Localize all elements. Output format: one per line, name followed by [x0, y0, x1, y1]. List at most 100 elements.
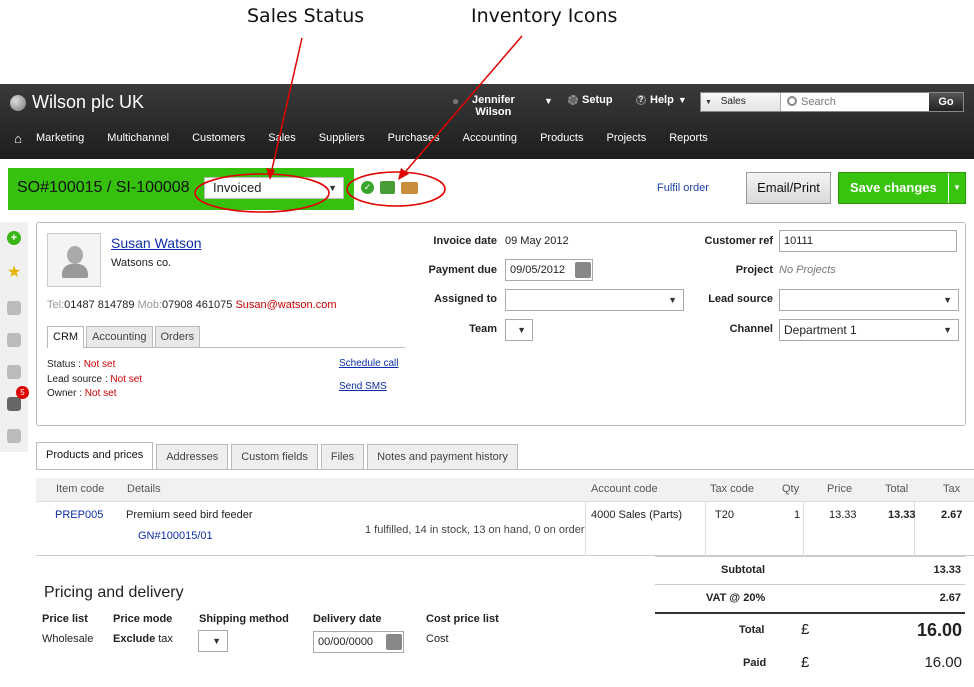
rail-cart-button[interactable]	[2, 328, 26, 352]
crm-status-value[interactable]: Not set	[84, 359, 116, 370]
tab-files[interactable]: Files	[320, 444, 365, 469]
paid-value: 16.00	[924, 654, 962, 671]
tab-crm[interactable]: CRM	[47, 326, 85, 348]
rail-star-button[interactable]: ★	[2, 262, 26, 286]
shipping-method-select[interactable]: ▼	[198, 630, 228, 652]
sales-status-select[interactable]: Invoiced ▼	[204, 177, 344, 199]
gn-link[interactable]: GN#100015/01	[138, 530, 213, 542]
box-icon[interactable]	[380, 181, 395, 194]
order-details-card: Susan Watson Watsons co. Tel:01487 81478…	[36, 222, 966, 426]
nav-products[interactable]: Products	[540, 132, 583, 144]
search-scope-chevron-icon: ▼	[705, 99, 712, 106]
paid-label: Paid	[743, 657, 767, 669]
nav-multichannel[interactable]: Multichannel	[107, 132, 169, 144]
nav-purchases[interactable]: Purchases	[388, 132, 440, 144]
chevron-down-icon: ▼	[943, 295, 952, 305]
contact-email[interactable]: Susan@watson.com	[235, 299, 336, 311]
order-id: SO#100015 / SI-100008	[17, 179, 190, 196]
team-select[interactable]: ▼	[505, 319, 533, 341]
chevron-down-icon: ▼	[517, 325, 526, 335]
check-icon[interactable]: ✓	[361, 181, 374, 194]
nav-sales[interactable]: Sales	[268, 132, 296, 144]
tab-custom-fields[interactable]: Custom fields	[231, 444, 318, 469]
tag-icon	[7, 365, 21, 379]
nav-suppliers[interactable]: Suppliers	[319, 132, 365, 144]
schedule-call-link[interactable]: Schedule call	[339, 358, 398, 369]
table-row: PREP005 Premium seed bird feeder GN#1000…	[36, 502, 974, 556]
setup-menu[interactable]: Setup	[568, 94, 613, 106]
project-value[interactable]: No Projects	[779, 264, 836, 276]
user-chevron-down-icon[interactable]: ▼	[544, 96, 553, 106]
customer-ref-input[interactable]: 10111	[779, 230, 957, 252]
tab-addresses[interactable]: Addresses	[156, 444, 229, 469]
nav-reports[interactable]: Reports	[669, 132, 708, 144]
brand[interactable]: Wilson plc UK	[10, 92, 144, 113]
payment-due-input[interactable]: 09/05/2012	[505, 259, 593, 281]
lead-source-select[interactable]: ▼	[779, 289, 959, 311]
top-bar: Wilson plc UK ● Jennifer Wilson ▼ Setup …	[0, 84, 974, 159]
price-mode-label: Price mode	[113, 613, 173, 625]
user-menu[interactable]: Jennifer Wilson	[472, 94, 515, 118]
user-icon: ●	[452, 94, 460, 108]
th-item-code: Item code	[56, 483, 105, 495]
gear-icon	[568, 95, 578, 105]
nav-marketing[interactable]: Marketing	[36, 132, 84, 144]
brand-logo-icon	[10, 94, 26, 111]
channel-select[interactable]: Department 1 ▼	[779, 319, 959, 341]
fulfil-order-link[interactable]: Fulfil order	[657, 182, 709, 194]
calendar-icon[interactable]	[575, 262, 591, 278]
tab-notes-and-payment-history[interactable]: Notes and payment history	[367, 444, 518, 469]
save-changes-button[interactable]: Save changes ▼	[838, 172, 966, 204]
rail-add-button[interactable]: +	[2, 226, 26, 250]
left-rail: + ★ 5	[0, 222, 29, 452]
order-tabs: Products and prices Addresses Custom fie…	[36, 442, 974, 470]
subtotal-label: Subtotal	[721, 564, 765, 576]
contact-name-link[interactable]: Susan Watson	[111, 235, 202, 251]
rail-reports-button[interactable]: 5	[2, 386, 29, 416]
search-scope-select[interactable]: ▼ Sales	[701, 93, 781, 111]
nav-projects[interactable]: Projects	[606, 132, 646, 144]
search-scope-value: Sales	[720, 96, 746, 107]
shipping-method-label: Shipping method	[199, 613, 289, 625]
save-chevron-down-icon[interactable]: ▼	[948, 173, 965, 203]
send-sms-link[interactable]: Send SMS	[339, 381, 387, 392]
home-icon[interactable]: ⌂	[0, 131, 36, 146]
help-menu[interactable]: ? Help ▼	[636, 94, 687, 106]
help-icon: ?	[636, 95, 646, 105]
price-mode-value[interactable]: Exclude tax	[113, 633, 173, 645]
th-details: Details	[127, 483, 161, 495]
tab-orders[interactable]: Orders	[154, 326, 201, 347]
cost-price-list-label: Cost price list	[426, 613, 499, 625]
th-qty: Qty	[782, 483, 800, 495]
payment-due-label: Payment due	[428, 264, 497, 276]
calendar-icon[interactable]	[386, 634, 402, 650]
delivery-date-input[interactable]: 00/00/0000	[313, 631, 404, 653]
th-account-code: Account code	[591, 483, 658, 495]
annotation-inventory-icons: Inventory Icons	[471, 5, 618, 27]
item-tax-code: T20	[715, 509, 734, 521]
assigned-to-select[interactable]: ▼	[505, 289, 684, 311]
item-code-link[interactable]: PREP005	[55, 509, 103, 521]
order-header: SO#100015 / SI-100008 Invoiced ▼	[8, 168, 354, 210]
customer-ref-label: Customer ref	[704, 235, 773, 247]
nav-accounting[interactable]: Accounting	[463, 132, 517, 144]
vat-value: 2.67	[939, 592, 961, 604]
contact-tel: 01487 814789	[64, 299, 135, 311]
item-tax: 2.67	[941, 509, 963, 521]
rail-clipboard-button[interactable]	[2, 424, 26, 448]
cost-price-list-value[interactable]: Cost	[426, 633, 449, 645]
user-first-name: Jennifer	[472, 94, 515, 106]
tab-accounting[interactable]: Accounting	[86, 326, 153, 347]
search-input[interactable]: Search	[783, 93, 929, 111]
nav-customers[interactable]: Customers	[192, 132, 245, 144]
price-list-value[interactable]: Wholesale	[42, 633, 93, 645]
crm-lead-value[interactable]: Not set	[110, 374, 142, 385]
rail-users-button[interactable]	[2, 296, 26, 320]
tab-products-and-prices[interactable]: Products and prices	[36, 442, 154, 469]
rail-tag-button[interactable]	[2, 360, 26, 384]
search-go-button[interactable]: Go	[929, 93, 963, 111]
truck-icon[interactable]	[401, 181, 418, 194]
item-price: 13.33	[829, 509, 857, 521]
email-print-button[interactable]: Email/Print	[746, 172, 831, 204]
crm-owner-value[interactable]: Not set	[85, 388, 117, 399]
